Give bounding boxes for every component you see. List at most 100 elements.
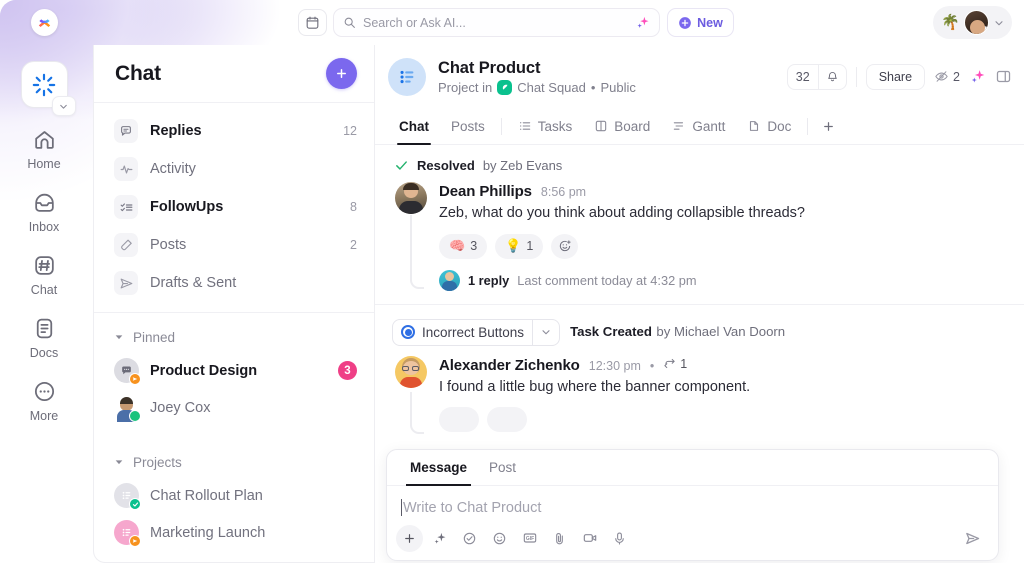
message-input[interactable]: Write to Chat Product xyxy=(387,486,998,516)
clickup-logo-icon[interactable] xyxy=(31,9,58,36)
workspace-loading-icon xyxy=(32,73,56,96)
avatar xyxy=(439,269,460,291)
gif-button[interactable]: GIF xyxy=(516,525,543,552)
tab-board[interactable]: Board xyxy=(583,108,661,145)
message-body: Alexander Zichenko 12:30 pm • 1 I found … xyxy=(439,356,1024,432)
member-count: 32 xyxy=(795,69,810,84)
sidebar-panel-icon[interactable] xyxy=(995,68,1012,85)
sidebar-item-label: Docs xyxy=(29,346,59,360)
plus-icon xyxy=(337,69,346,78)
online-dot xyxy=(129,410,141,422)
message-meta: Dean Phillips 8:56 pm xyxy=(439,183,1024,200)
gif-icon: GIF xyxy=(523,533,536,543)
tab-chat[interactable]: Chat xyxy=(388,108,440,145)
sidebar-item-followups[interactable]: FollowUps 8 xyxy=(94,188,374,226)
watchers-group[interactable]: 2 xyxy=(934,69,960,84)
sidebar-item-label: Chat xyxy=(30,283,58,297)
new-button[interactable]: New xyxy=(667,8,734,37)
ai-sparkle-icon[interactable] xyxy=(635,15,650,30)
sidebar-item-activity[interactable]: Activity xyxy=(94,150,374,188)
megaphone-icon xyxy=(114,233,138,257)
user-menu[interactable]: 🌴 xyxy=(933,6,1012,39)
reaction-chip[interactable]: 💡 1 xyxy=(495,233,544,259)
tab-doc[interactable]: Doc xyxy=(736,108,802,145)
sidebar-item-home[interactable]: Home xyxy=(9,127,79,171)
sidebar-item-posts[interactable]: Posts 2 xyxy=(94,226,374,264)
attach-file-button[interactable] xyxy=(546,525,573,552)
thread-connector xyxy=(410,391,424,434)
add-view-button[interactable] xyxy=(813,108,844,145)
member-count-pill[interactable]: 32 xyxy=(786,63,847,90)
task-status-select[interactable]: Incorrect Buttons xyxy=(392,318,561,346)
sidebar-item-product-design[interactable]: Product Design 3 xyxy=(94,352,374,389)
emoji-button[interactable] xyxy=(486,525,513,552)
create-task-button[interactable] xyxy=(456,525,483,552)
panel-nav-list: Replies 12 Activity FollowUps 8 Posts 2 … xyxy=(94,103,374,313)
workspace-caret-button[interactable] xyxy=(51,96,76,116)
chat-square-icon xyxy=(114,358,141,385)
chevron-down-icon[interactable] xyxy=(533,326,559,338)
calendar-icon[interactable] xyxy=(298,9,327,36)
section-header-pinned[interactable]: Pinned xyxy=(94,322,374,352)
sidebar-item-drafts-sent[interactable]: Drafts & Sent xyxy=(94,264,374,302)
project-header: Chat Product Project in Chat Squad • Pub… xyxy=(375,45,1024,108)
sidebar-item-inbox[interactable]: Inbox xyxy=(9,190,79,234)
thread-reply-summary[interactable]: 1 reply Last comment today at 4:32 pm xyxy=(439,269,1024,291)
resolved-banner: Resolved by Zeb Evans xyxy=(375,145,1024,179)
avatar[interactable] xyxy=(964,10,989,35)
resolved-by: by Zeb Evans xyxy=(482,158,563,173)
sidebar-item-more[interactable]: More xyxy=(9,379,79,423)
thread-connector xyxy=(410,215,424,289)
workspace-switcher[interactable] xyxy=(20,61,76,116)
new-chat-button[interactable] xyxy=(326,58,357,89)
breadcrumb-space[interactable]: Chat Squad xyxy=(517,80,586,95)
section-header-projects[interactable]: Projects xyxy=(94,447,374,477)
tab-post[interactable]: Post xyxy=(479,450,526,486)
mic-icon xyxy=(615,531,624,545)
section-projects: Projects Chat Rollout Plan Marketing Lau… xyxy=(94,426,374,551)
record-audio-button[interactable] xyxy=(606,525,633,552)
video-icon xyxy=(583,534,596,542)
status-emoji[interactable]: 🌴 xyxy=(941,15,960,30)
sidebar-item-docs[interactable]: Docs xyxy=(9,316,79,360)
sidebar-item-label: Product Design xyxy=(150,362,258,379)
chevron-down-icon[interactable] xyxy=(993,17,1005,29)
sidebar-item-label: Marketing Launch xyxy=(150,524,266,541)
user-avatar xyxy=(114,395,141,422)
ellipsis-circle-icon xyxy=(34,381,54,402)
reaction-chip[interactable] xyxy=(439,406,479,432)
share-button[interactable]: Share xyxy=(865,63,926,90)
breadcrumb: Project in Chat Squad • Public xyxy=(438,79,636,95)
ai-sparkle-icon[interactable] xyxy=(969,68,986,85)
record-video-button[interactable] xyxy=(576,525,603,552)
reaction-chip[interactable] xyxy=(487,406,527,432)
avatar[interactable] xyxy=(395,182,427,214)
sidebar-item-replies[interactable]: Replies 12 xyxy=(94,112,374,150)
sidebar-item-joey-cox[interactable]: Joey Cox xyxy=(94,389,374,426)
bell-icon[interactable] xyxy=(819,70,846,83)
ai-write-button[interactable] xyxy=(426,525,453,552)
tab-message[interactable]: Message xyxy=(400,450,477,486)
plus-icon xyxy=(824,121,834,131)
reply-bubble-icon xyxy=(114,119,138,143)
reaction-chip[interactable]: 🧠 3 xyxy=(439,233,488,259)
send-icon xyxy=(965,532,979,544)
thread-indicator[interactable]: 1 xyxy=(663,357,687,371)
tab-tasks[interactable]: Tasks xyxy=(507,108,584,145)
composer-toolbar: GIF xyxy=(387,516,998,560)
tab-posts[interactable]: Posts xyxy=(440,108,496,145)
sidebar-item-chat-rollout-plan[interactable]: Chat Rollout Plan xyxy=(94,477,374,514)
add-reaction-button[interactable] xyxy=(551,233,579,259)
panel-header: Chat xyxy=(94,45,374,103)
text-cursor xyxy=(401,499,402,516)
reaction-count: 3 xyxy=(470,239,478,254)
add-attachment-button[interactable] xyxy=(396,524,423,552)
sidebar-item-marketing-launch[interactable]: Marketing Launch xyxy=(94,514,374,551)
send-button[interactable] xyxy=(959,525,985,551)
avatar[interactable] xyxy=(395,355,427,388)
section-label: Pinned xyxy=(133,329,176,345)
search-input[interactable]: Search or Ask AI... xyxy=(333,8,660,37)
tab-gantt[interactable]: Gantt xyxy=(661,108,736,145)
reaction-count: 1 xyxy=(526,239,534,254)
sidebar-item-chat[interactable]: Chat xyxy=(9,253,79,297)
